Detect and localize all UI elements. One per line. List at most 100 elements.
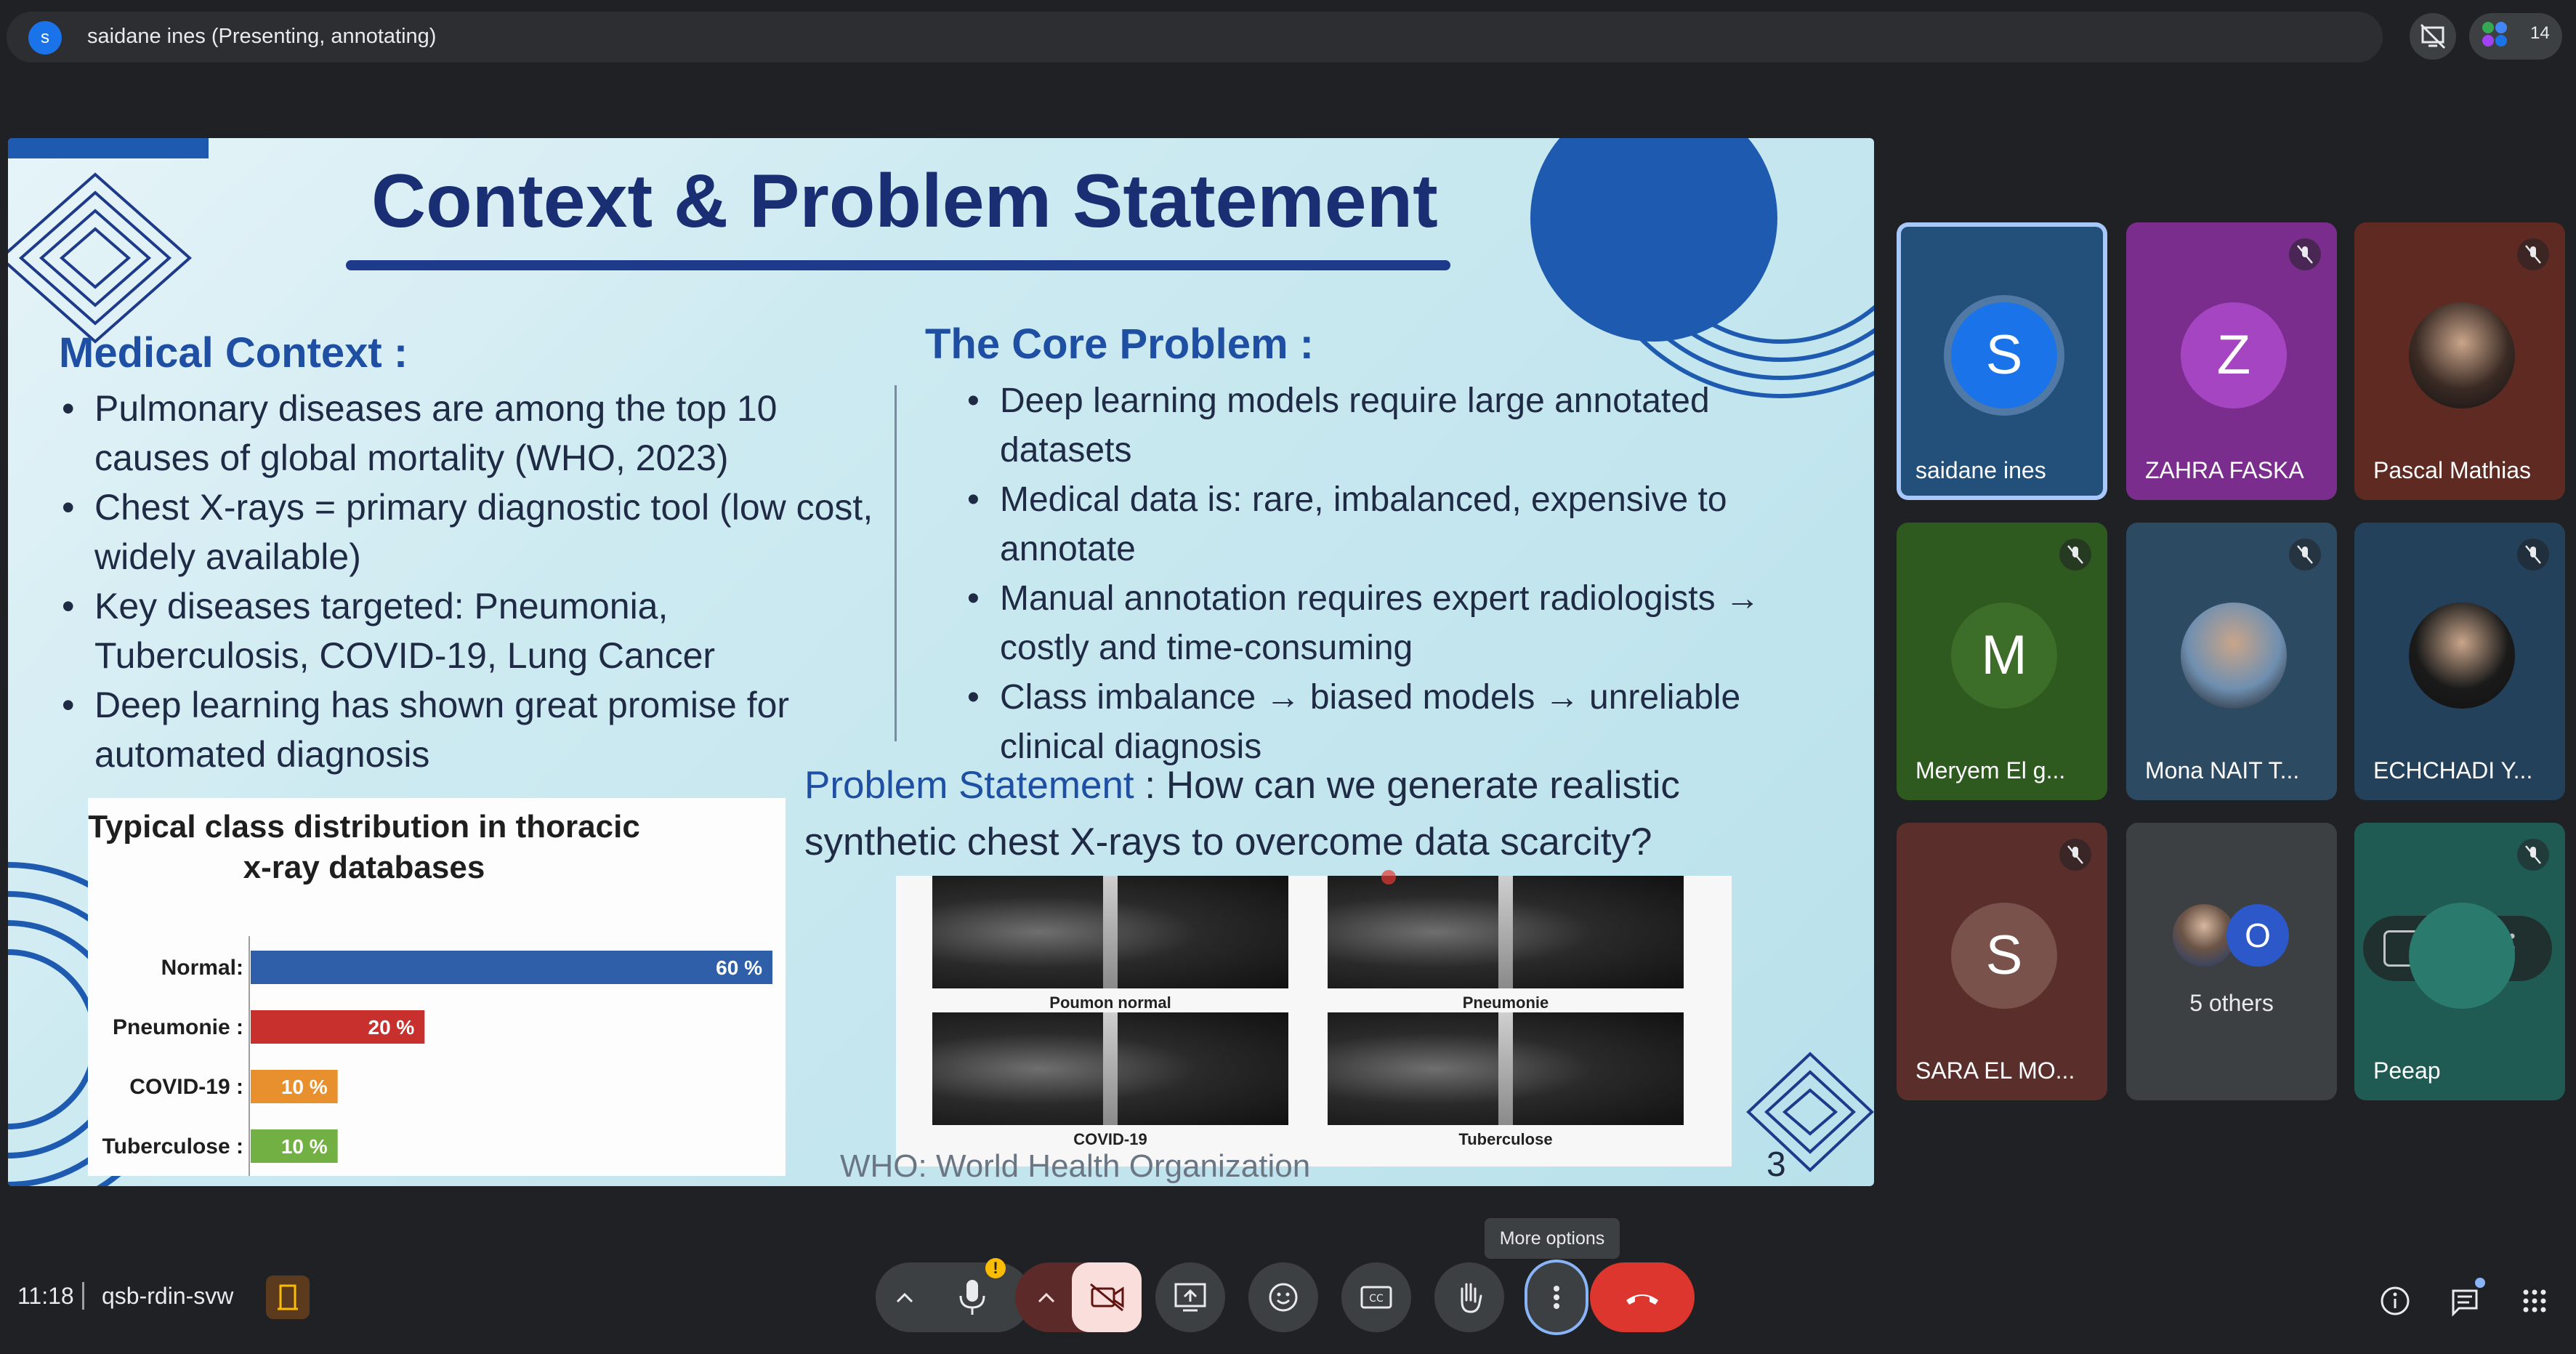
slide-page-number: 3 [1767, 1145, 1786, 1184]
chart-value-label: 10 % [281, 1135, 328, 1158]
participant-tile[interactable]: Mona NAIT T... [2126, 523, 2337, 800]
chart-value-label: 10 % [281, 1076, 328, 1098]
stop-presenting-button[interactable] [2410, 13, 2456, 60]
mic-off-icon [2289, 238, 2321, 270]
class-distribution-chart: Typical class distribution in thoracic x… [88, 798, 786, 1176]
chart-category-label: COVID-19 : [129, 1075, 243, 1099]
divider [82, 1282, 84, 1310]
participant-tile[interactable]: S SARA EL MO... [1897, 823, 2107, 1100]
avatar: S [1951, 903, 2057, 1009]
participant-name: saidane ines [1915, 457, 2046, 483]
companion-mode-button[interactable] [266, 1276, 310, 1319]
mic-off-icon [2517, 238, 2549, 270]
captions-icon: CC [1360, 1286, 1392, 1309]
participant-count: 14 [2530, 23, 2550, 43]
more-vertical-icon [1554, 1286, 1559, 1309]
video-settings-button[interactable] [1025, 1276, 1068, 1319]
avatar [2409, 903, 2515, 1009]
slide-decor-rings [1579, 138, 1874, 398]
xray-examples: Poumon normal Pneumonie COVID-19 Tubercu… [896, 876, 1732, 1166]
mic-off-icon [2517, 839, 2549, 871]
list-item: Medical data is: rare, imbalanced, expen… [938, 475, 1796, 574]
notification-dot [2475, 1278, 2485, 1288]
slide-footnote: WHO: World Health Organization [840, 1148, 1311, 1184]
presenter-avatar: s [28, 21, 62, 55]
participant-tile[interactable]: ECHCHADI Y... [2354, 523, 2565, 800]
participant-name: SARA EL MO... [1915, 1057, 2075, 1084]
camera-button[interactable] [1072, 1262, 1142, 1332]
mic-off-icon [2059, 539, 2091, 571]
title-underline [346, 260, 1450, 270]
avatar: S [1951, 302, 2057, 408]
meeting-code: qsb-rdin-svw [102, 1283, 234, 1309]
chevron-up-icon [1038, 1292, 1055, 1303]
presenter-bar: s saidane ines (Presenting, annotating) [7, 12, 2383, 63]
problem-statement: Problem Statement : How can we generate … [804, 757, 1822, 871]
warning-icon: ! [985, 1258, 1006, 1278]
xray-label: Tuberculose [1458, 1130, 1553, 1148]
leave-call-button[interactable] [1590, 1262, 1695, 1332]
present-screen-icon [1174, 1283, 1206, 1312]
xray-image-covid [932, 1012, 1288, 1125]
others-tile[interactable]: O 5 others [2126, 823, 2337, 1100]
svg-text:CC: CC [1369, 1293, 1384, 1305]
microphone-button[interactable]: ! [937, 1258, 1007, 1332]
emoji-icon [1269, 1283, 1298, 1312]
chart-canvas: Normal: 60 % Pneumonie : 20 % COVID-19 : 10 %… [102, 936, 772, 1176]
chart-value-label: 20 % [368, 1016, 415, 1039]
list-item: Deep learning has shown great promise fo… [33, 680, 890, 779]
activities-button[interactable] [2513, 1279, 2556, 1323]
mic-off-icon [2289, 539, 2321, 571]
avatar [2181, 603, 2287, 709]
meeting-details-button[interactable] [2373, 1279, 2417, 1323]
xray-label: Poumon normal [1049, 994, 1171, 1012]
list-item: Key diseases targeted: Pneumonia, Tuberc… [33, 581, 890, 680]
participant-name: Mona NAIT T... [2145, 757, 2300, 783]
chart-category-label: Pneumonie : [113, 1015, 243, 1039]
captions-button[interactable]: CC [1341, 1262, 1411, 1332]
xray-image-tuberculosis [1328, 1012, 1684, 1125]
participant-tile[interactable]: Ssaidane ines [1897, 222, 2107, 500]
raise-hand-button[interactable] [1434, 1262, 1504, 1332]
laser-pointer [1381, 870, 1396, 884]
slide-title: Context & Problem Statement [371, 159, 1438, 243]
apps-grid-icon [2523, 1289, 2546, 1313]
participant-name: Pascal Mathias [2373, 457, 2531, 483]
avatar [2409, 603, 2515, 709]
chat-button[interactable] [2443, 1278, 2487, 1323]
chart-category-label: Tuberculose : [102, 1135, 243, 1158]
people-button[interactable]: 14 [2469, 13, 2562, 60]
participant-tile[interactable]: Peeap [2354, 823, 2565, 1100]
chart-value-label: 60 % [716, 956, 762, 979]
hand-icon [1461, 1283, 1482, 1313]
avatar: M [1951, 603, 2057, 709]
participant-name: ZAHRA FASKA [2145, 457, 2304, 483]
chart-bar [251, 951, 772, 984]
hang-up-icon [1626, 1294, 1658, 1305]
screen-off-icon [2420, 23, 2446, 49]
participant-tile[interactable]: Z ZAHRA FASKA [2126, 222, 2337, 500]
xray-image-normal [932, 876, 1288, 988]
xray-label: Pneumonie [1462, 994, 1549, 1012]
participant-name: Meryem El g... [1915, 757, 2066, 783]
avatar [2409, 302, 2515, 408]
others-label: 5 others [2189, 990, 2274, 1016]
medical-context-list: Pulmonary diseases are among the top 10 … [33, 384, 890, 779]
list-item: Manual annotation requires expert radiol… [938, 574, 1796, 673]
participant-tile[interactable]: Pascal Mathias [2354, 222, 2565, 500]
presenter-label: saidane ines (Presenting, annotating) [87, 25, 437, 48]
chevron-up-icon [896, 1292, 913, 1303]
participant-name: Peeap [2373, 1057, 2441, 1084]
reactions-button[interactable] [1248, 1262, 1318, 1332]
audio-settings-button[interactable] [883, 1276, 926, 1319]
problem-statement-label: Problem Statement [804, 764, 1134, 807]
present-button[interactable] [1155, 1262, 1225, 1332]
participant-tile[interactable]: M Meryem El g... [1897, 523, 2107, 800]
slide-decor-diamond-corner [1746, 1052, 1874, 1172]
more-options-button[interactable] [1527, 1262, 1586, 1332]
door-icon [278, 1284, 298, 1310]
mic-off-icon [2517, 539, 2549, 571]
xray-label: COVID-19 [1073, 1130, 1147, 1148]
list-item: Pulmonary diseases are among the top 10 … [33, 384, 890, 483]
slide-decor-diamond [8, 172, 193, 344]
